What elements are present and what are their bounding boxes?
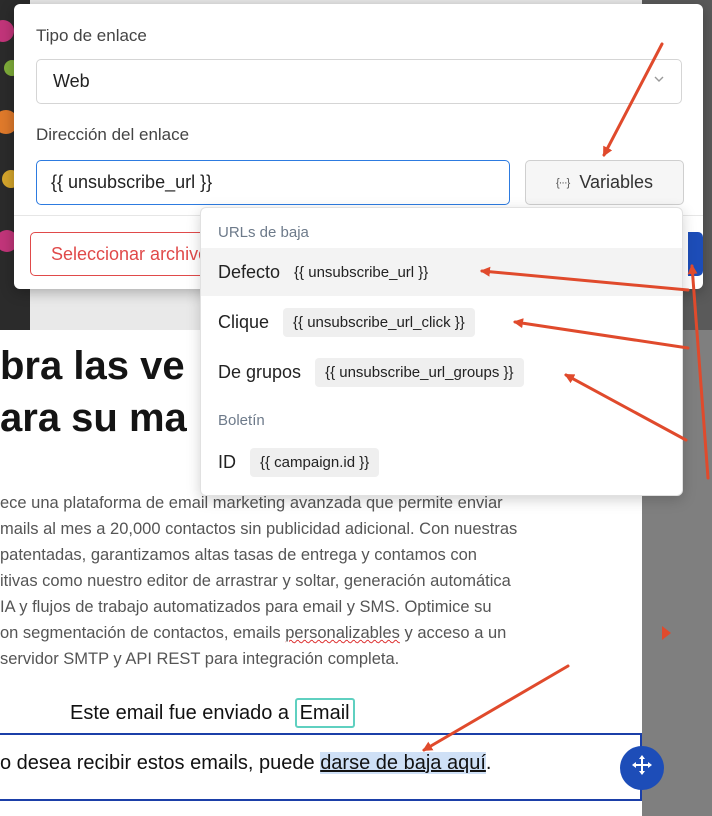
apply-button[interactable] [688,232,703,276]
variables-icon: {···} [555,176,570,189]
body-line: itivas como nuestro editor de arrastrar … [0,572,511,590]
body-line: patentadas, garantizamos altas tasas de … [0,546,477,564]
group-label-unsubscribe: URLs de baja [218,224,309,241]
body-line: servidor SMTP y API REST para integració… [0,650,400,668]
flower-decoration [0,20,14,42]
variable-name: ID [218,451,236,472]
move-block-button[interactable] [620,746,664,790]
link-type-select[interactable]: Web [36,59,682,104]
unsubscribe-link[interactable]: darse de baja aquí [320,752,486,774]
variable-tag: {{ unsubscribe_url_groups }} [315,357,524,387]
variable-tag: {{ unsubscribe_url }} [294,263,429,281]
canvas-arrow-marker [662,626,671,640]
variable-name: Defecto [218,261,281,282]
variable-option-default[interactable]: Defecto {{ unsubscribe_url }} [201,248,682,296]
variables-button-label: Variables [579,172,654,192]
body-line: IA y flujos de trabajo automatizados par… [0,598,492,616]
group-label-newsletter: Boletín [218,412,265,429]
footer-sent-to[interactable]: Este email fue enviado a Email [70,698,355,728]
footer-unsubscribe[interactable]: o desea recibir estos emails, puede dars… [0,752,491,775]
footer-unsub-suffix: . [485,752,492,774]
select-file-label: Seleccionar archivo [51,243,209,264]
variable-tag: {{ campaign.id }} [250,447,380,477]
variable-name: Clique [218,311,270,332]
body-line: on segmentación de contactos, emails per… [0,620,640,646]
variable-name: De grupos [218,361,302,382]
variables-dropdown: URLs de baja Defecto {{ unsubscribe_url … [200,207,683,496]
variables-button[interactable]: {···} Variables [525,160,684,205]
variable-option-campaign-id[interactable]: ID {{ campaign.id }} [201,438,682,486]
body-line-text: on segmentación de contactos, emails [0,624,286,642]
footer-unsub-prefix: o desea recibir estos emails, puede [0,752,321,774]
link-address-value: {{ unsubscribe_url }} [51,172,213,192]
link-type-label: Tipo de enlace [36,26,147,45]
spellcheck-word[interactable]: personalizables [285,624,400,642]
email-merge-tag[interactable]: Email [294,698,355,728]
variable-tag: {{ unsubscribe_url_click }} [283,307,475,337]
email-body-paragraph[interactable]: ece una plataforma de email marketing av… [0,490,640,672]
variable-option-groups[interactable]: De grupos {{ unsubscribe_url_groups }} [201,348,682,396]
body-line-text: y acceso a un [399,624,507,642]
variable-option-click[interactable]: Clique {{ unsubscribe_url_click }} [201,298,682,346]
chevron-down-icon [653,72,665,88]
move-icon [631,754,653,782]
link-type-value: Web [53,71,90,91]
link-address-input[interactable]: {{ unsubscribe_url }} [36,160,510,205]
body-line: mails al mes a 20,000 contactos sin publ… [0,520,518,538]
footer-sent-prefix: Este email fue enviado a [70,702,295,724]
link-address-label: Dirección del enlace [36,125,190,144]
